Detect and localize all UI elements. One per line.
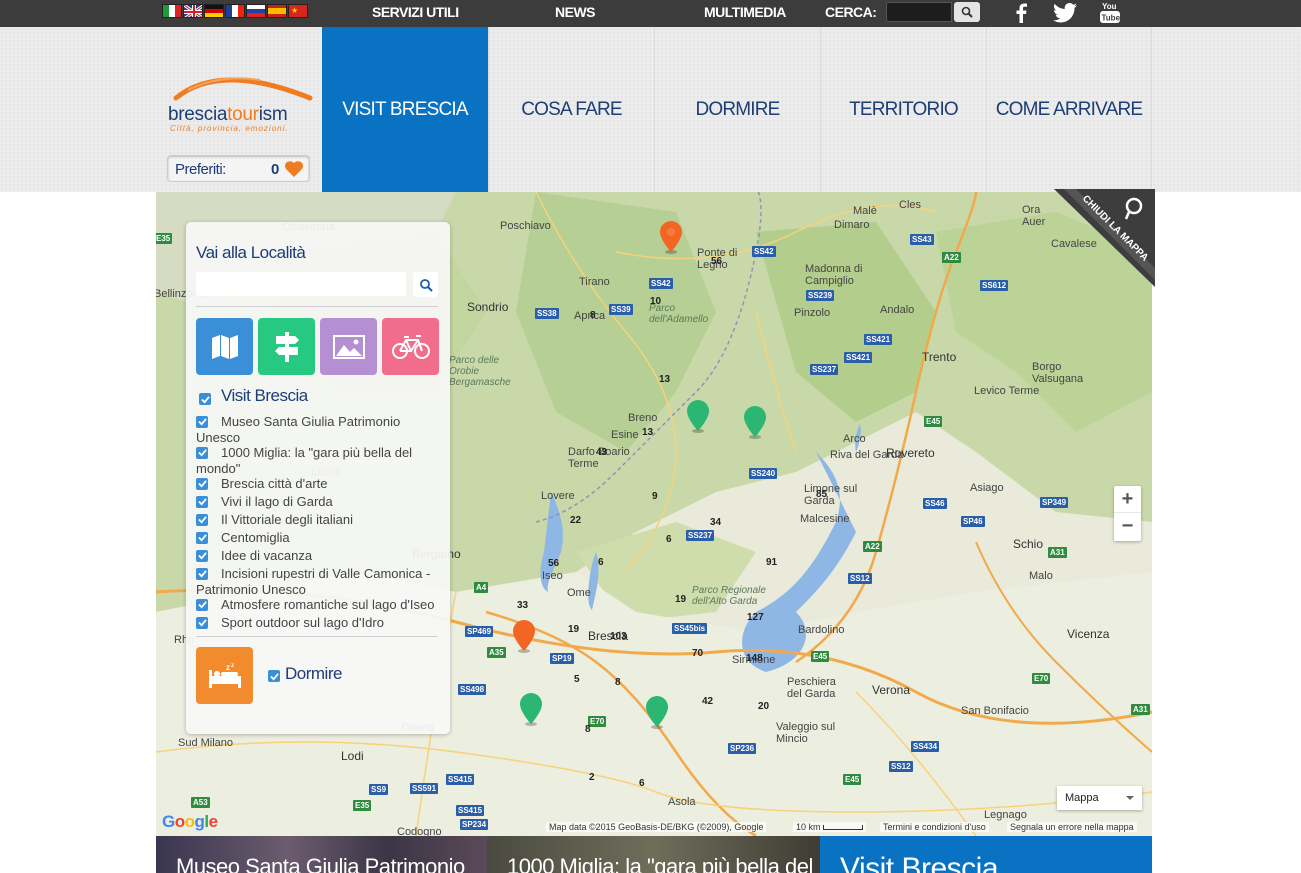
card-title: 1000 Miglia: la "gara più bella del	[507, 854, 813, 873]
close-map-button[interactable]: CHIUDI LA MAPPA	[1054, 189, 1155, 287]
item-checkbox[interactable]	[196, 415, 208, 428]
location-search-input[interactable]	[196, 272, 406, 296]
top-search-input[interactable]	[886, 2, 952, 22]
category-bicycle-button[interactable]	[382, 318, 439, 375]
svg-text:bresciatourism: bresciatourism	[168, 104, 287, 125]
language-flags: ★	[162, 4, 308, 18]
category-landscape-button[interactable]	[320, 318, 377, 375]
category-signpost-button[interactable]	[258, 318, 315, 375]
svg-text:z: z	[226, 663, 230, 672]
map-pin-green[interactable]	[644, 695, 670, 729]
bicycle-icon	[391, 334, 430, 359]
list-item[interactable]: Museo Santa Giulia Patrimonio Unesco	[196, 414, 436, 446]
list-item[interactable]: Sport outdoor sul lago d'Idro	[196, 615, 436, 631]
multimedia-link[interactable]: MULTIMEDIA	[704, 4, 786, 20]
location-panel: Vai alla Località Visit Brescia Museo Sa…	[186, 222, 450, 734]
search-icon	[419, 278, 433, 292]
map-pin-green[interactable]	[685, 399, 711, 433]
card-santa-giulia[interactable]: Museo Santa Giulia Patrimonio	[156, 836, 487, 873]
flag-cn-icon[interactable]: ★	[288, 4, 308, 18]
flag-ru-icon[interactable]	[246, 4, 266, 18]
google-logo[interactable]: Google	[162, 812, 218, 832]
svg-text:You: You	[1102, 2, 1117, 11]
map-attribution: Map data ©2015 GeoBasis-DE/BKG (©2009), …	[546, 822, 767, 832]
map-icon	[211, 334, 238, 359]
bed-icon: zz	[208, 663, 241, 688]
preferiti-box[interactable]: Preferiti: 0	[167, 155, 310, 182]
nav-dormire[interactable]: DORMIRE	[654, 27, 820, 192]
bresciatourism-logo[interactable]: bresciatourism Città, provincia, emozion…	[160, 70, 320, 140]
map-pin-orange[interactable]	[658, 220, 684, 254]
location-search-button[interactable]	[413, 272, 438, 297]
svg-text:Tube: Tube	[1102, 14, 1121, 23]
list-item[interactable]: Il Vittoriale degli italiani	[196, 512, 436, 528]
list-item[interactable]: Vivi il lago di Garda	[196, 494, 436, 510]
list-item[interactable]: Centomiglia	[196, 530, 436, 546]
section-visit-brescia: Visit Brescia	[221, 386, 308, 405]
signpost-icon	[274, 331, 299, 362]
svg-text:z: z	[231, 663, 234, 669]
dormire-checkbox[interactable]	[268, 670, 280, 682]
section-dormire: Dormire	[285, 664, 342, 683]
report-error-link[interactable]: Segnala un errore nella mappa	[1007, 822, 1137, 832]
list-item[interactable]: 1000 Miglia: la "gara più bella del mond…	[196, 445, 436, 477]
preferiti-count: 0	[271, 161, 280, 178]
zoom-control: + −	[1114, 486, 1141, 541]
svg-text:Città, provincia, emozioni.: Città, provincia, emozioni.	[170, 124, 289, 133]
news-link[interactable]: NEWS	[555, 4, 596, 20]
nav-come-arrivare[interactable]: COME ARRIVARE	[986, 27, 1152, 192]
item-checkbox[interactable]	[196, 549, 208, 562]
item-checkbox[interactable]	[196, 513, 208, 526]
item-checkbox[interactable]	[196, 446, 208, 459]
top-search-button[interactable]	[954, 2, 980, 22]
nav-cosa-fare[interactable]: COSA FARE	[488, 27, 654, 192]
zoom-in-button[interactable]: +	[1114, 486, 1141, 513]
map-type-select[interactable]: Mappa	[1057, 786, 1142, 810]
item-checkbox[interactable]	[196, 531, 208, 544]
card-title: Museo Santa Giulia Patrimonio	[176, 854, 465, 873]
zoom-out-button[interactable]: −	[1114, 513, 1141, 540]
servizi-utili-link[interactable]: SERVIZI UTILI	[372, 4, 459, 20]
flag-de-icon[interactable]	[204, 4, 224, 18]
item-checkbox[interactable]	[196, 477, 208, 490]
flag-it-icon[interactable]	[162, 4, 182, 18]
visit-brescia-checkbox[interactable]	[199, 393, 211, 405]
search-icon	[961, 6, 973, 18]
map-pin-green[interactable]	[518, 692, 544, 726]
preferiti-label: Preferiti:	[175, 161, 226, 178]
list-item[interactable]: Atmosfere romantiche sul lago d'Iseo	[196, 597, 436, 613]
list-item[interactable]: Idee di vacanza	[196, 548, 436, 564]
card-title: Visit Brescia	[840, 852, 999, 873]
twitter-icon[interactable]	[1052, 2, 1078, 24]
item-checkbox[interactable]	[196, 598, 208, 611]
nav-territorio[interactable]: TERRITORIO	[820, 27, 986, 192]
item-checkbox[interactable]	[196, 495, 208, 508]
heart-icon	[285, 161, 303, 177]
card-visit-brescia[interactable]: Visit Brescia	[820, 836, 1152, 873]
list-item[interactable]: Brescia città d'arte	[196, 476, 436, 492]
flag-en-icon[interactable]	[183, 4, 203, 18]
category-dormire-button[interactable]: zz	[196, 647, 253, 704]
panel-title: Vai alla Località	[196, 243, 306, 262]
terms-link[interactable]: Termini e condizioni d'uso	[880, 822, 989, 832]
category-map-button[interactable]	[196, 318, 253, 375]
map-scale: 10 km	[793, 822, 867, 832]
list-item[interactable]: Incisioni rupestri di Valle Camonica - P…	[196, 566, 436, 598]
youtube-icon[interactable]: You Tube	[1098, 2, 1122, 24]
nav-visit-brescia[interactable]: VISIT BRESCIA	[322, 27, 488, 192]
search-label: CERCA:	[825, 4, 877, 20]
flag-fr-icon[interactable]	[225, 4, 245, 18]
top-bar: ★ SERVIZI UTILI NEWS MULTIMEDIA CERCA: Y…	[0, 0, 1301, 27]
item-checkbox[interactable]	[196, 616, 208, 629]
landscape-icon	[332, 334, 365, 359]
card-mille-miglia[interactable]: 1000 Miglia: la "gara più bella del	[487, 836, 820, 873]
facebook-icon[interactable]	[1008, 2, 1034, 24]
map-pin-green[interactable]	[742, 405, 768, 439]
flag-es-icon[interactable]	[267, 4, 287, 18]
item-checkbox[interactable]	[196, 567, 208, 580]
map-pin-orange[interactable]	[511, 619, 537, 653]
